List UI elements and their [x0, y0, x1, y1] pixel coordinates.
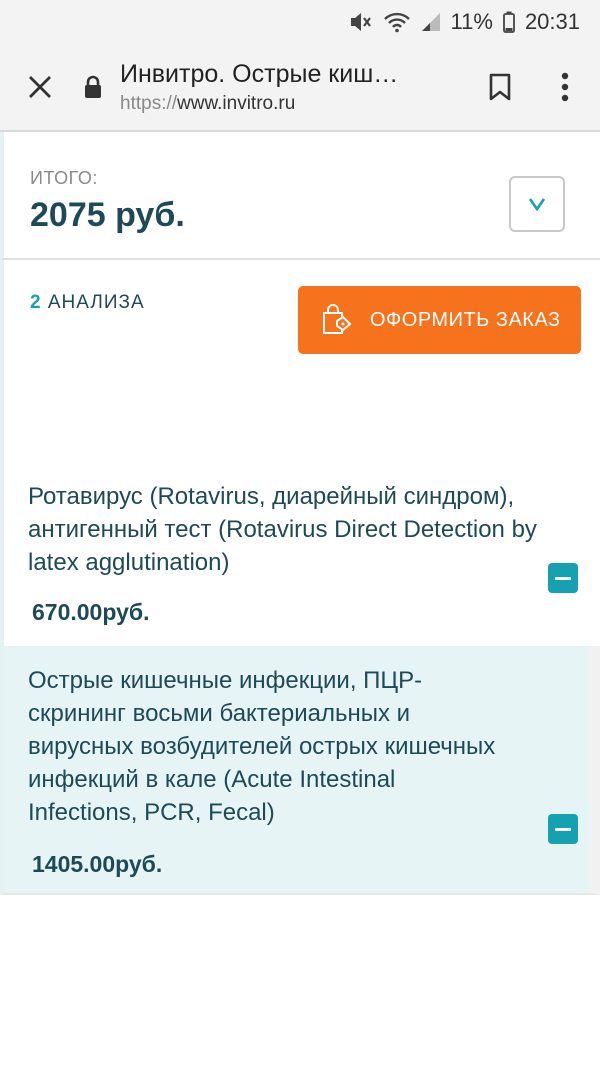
- status-time: 20:31: [524, 9, 580, 34]
- browser-toolbar: Инвитро. Острые киш… https://www.invitro…: [0, 44, 600, 132]
- signal-icon: [421, 12, 441, 32]
- order-total: ИТОГО: 2075 руб.: [0, 132, 600, 260]
- total-amount: 2075 руб.: [30, 196, 185, 234]
- remove-item-button[interactable]: [548, 814, 578, 844]
- overflow-menu-button[interactable]: [530, 43, 600, 131]
- battery-percent: 11%: [450, 9, 493, 34]
- expand-cart-button[interactable]: [509, 176, 565, 232]
- shopping-bag-icon: [320, 304, 352, 336]
- battery-icon: [503, 11, 515, 33]
- bookmark-button[interactable]: [470, 43, 530, 131]
- cart-item-price: 670.00руб.: [32, 599, 150, 625]
- chevron-down-icon: [528, 198, 546, 211]
- analysis-count-text: АНАЛИЗА: [47, 292, 145, 313]
- wifi-icon: [383, 11, 411, 33]
- cart-item-price: 1405.00руб.: [32, 851, 163, 877]
- minus-icon: [555, 576, 571, 580]
- bookmark-icon: [489, 73, 511, 101]
- status-bar: 11% 20:31: [0, 0, 600, 44]
- address-bar[interactable]: Инвитро. Острые киш… https://www.invitro…: [120, 60, 470, 115]
- total-label: ИТОГО:: [30, 168, 98, 188]
- more-vertical-icon: [561, 72, 569, 102]
- analysis-count: 2 АНАЛИЗА: [30, 292, 145, 314]
- page-url: https://www.invitro.ru: [120, 93, 470, 115]
- lock-icon: [80, 75, 106, 99]
- remove-item-button[interactable]: [548, 563, 578, 593]
- place-order-button[interactable]: ОФОРМИТЬ ЗАКАЗ: [298, 286, 581, 354]
- place-order-label: ОФОРМИТЬ ЗАКАЗ: [370, 308, 561, 331]
- cart-item: Ротавирус (Rotavirus, диарейный синдром)…: [0, 470, 600, 646]
- close-icon: [29, 76, 51, 98]
- url-scheme: https://: [120, 92, 178, 114]
- url-host: www.invitro.ru: [177, 92, 296, 114]
- mute-icon: [349, 11, 373, 33]
- cart-item-name: Ротавирус (Rotavirus, диарейный синдром)…: [28, 483, 537, 576]
- cart-item: Острые кишечные инфекции, ПЦР-скрининг в…: [0, 646, 600, 895]
- minus-icon: [555, 827, 571, 831]
- close-button[interactable]: [0, 43, 80, 131]
- page-title: Инвитро. Острые киш…: [120, 59, 399, 88]
- analysis-count-number: 2: [30, 292, 42, 313]
- order-actions: 2 АНАЛИЗА ОФОРМИТЬ ЗАКАЗ: [0, 260, 600, 470]
- cart-item-name: Острые кишечные инфекции, ПЦР-скрининг в…: [28, 667, 496, 826]
